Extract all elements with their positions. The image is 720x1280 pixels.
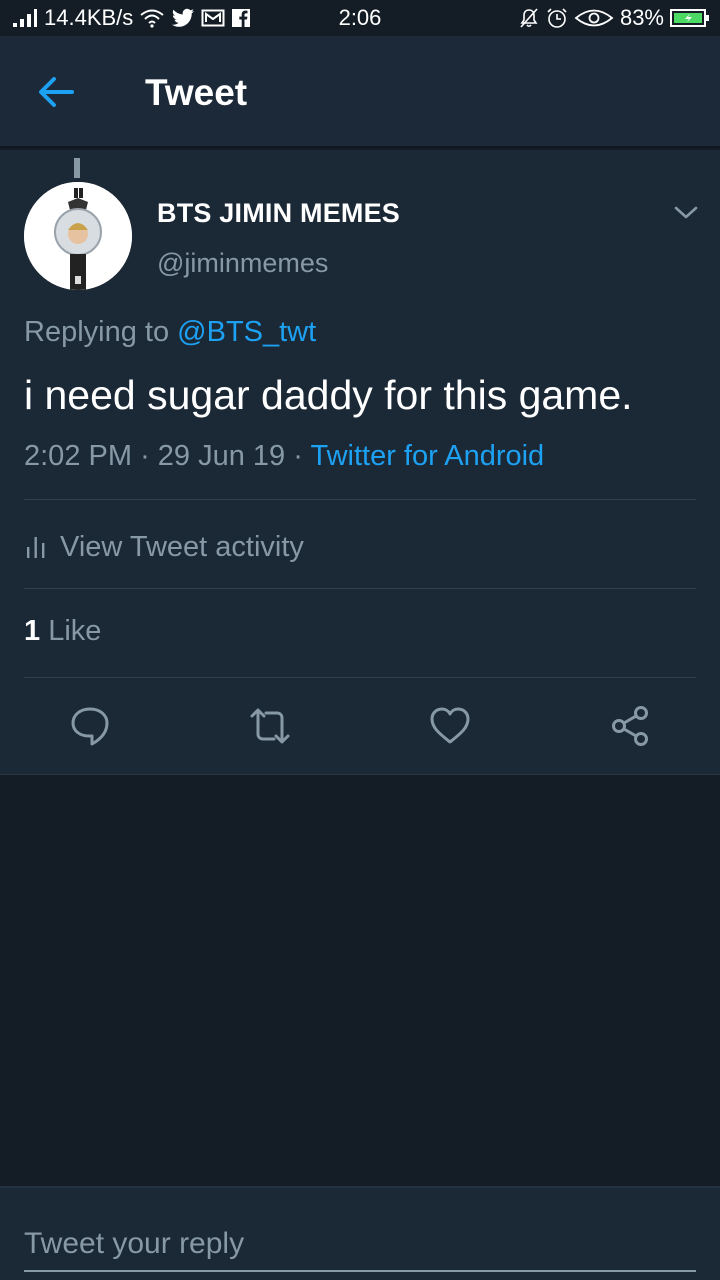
- author-handle[interactable]: @jiminmemes: [157, 248, 328, 279]
- like-count: 1: [24, 615, 41, 647]
- status-bar: 14.4KB/s 2:06 83%: [0, 0, 720, 36]
- divider: [24, 499, 696, 500]
- meta-separator: ·: [140, 440, 150, 472]
- replying-to: Replying to @BTS_twt: [24, 316, 316, 349]
- likes-count[interactable]: 1 Like: [24, 615, 101, 648]
- input-underline: [24, 1270, 696, 1272]
- avatar[interactable]: [24, 182, 132, 290]
- tweet-text: i need sugar daddy for this game.: [24, 372, 633, 418]
- reply-input[interactable]: [24, 1216, 696, 1272]
- divider: [24, 677, 696, 678]
- meta-separator: ·: [293, 440, 303, 472]
- tweet-date: 29 Jun 19: [157, 440, 286, 472]
- thread-line: [74, 158, 80, 178]
- chevron-down-icon[interactable]: [672, 202, 700, 222]
- reply-icon[interactable]: [68, 704, 112, 748]
- bar-chart-icon: [27, 537, 45, 558]
- divider: [24, 588, 696, 589]
- tweet-actions: [0, 704, 720, 750]
- like-label: Like: [48, 615, 102, 647]
- tweet-meta: 2:02 PM · 29 Jun 19 · Twitter for Androi…: [24, 440, 544, 473]
- tweet-detail: BTS JIMIN MEMES @jiminmemes Replying to …: [0, 150, 720, 775]
- author-name[interactable]: BTS JIMIN MEMES: [157, 198, 400, 229]
- replying-to-link[interactable]: @BTS_twt: [177, 316, 316, 348]
- eye-icon: [574, 9, 614, 27]
- page-title: Tweet: [145, 72, 248, 113]
- replying-to-label: Replying to: [24, 316, 170, 348]
- lightstick-image: [24, 182, 132, 290]
- arrow-left-icon[interactable]: [34, 74, 78, 110]
- alarm-icon: [547, 8, 567, 28]
- mute-icon: [520, 8, 538, 28]
- battery-icon: [670, 9, 709, 27]
- reply-composer: [0, 1186, 720, 1280]
- status-bar-right: 83%: [518, 5, 710, 31]
- retweet-icon[interactable]: [248, 704, 292, 748]
- view-activity-label: View Tweet activity: [60, 530, 304, 563]
- share-icon[interactable]: [608, 704, 652, 748]
- app-bar: Tweet: [0, 36, 720, 148]
- like-icon[interactable]: [428, 704, 472, 748]
- view-activity-button[interactable]: View Tweet activity: [24, 527, 304, 567]
- tweet-source[interactable]: Twitter for Android: [310, 440, 544, 472]
- battery-percent: 83%: [619, 5, 664, 30]
- tweet-time: 2:02 PM: [24, 440, 132, 472]
